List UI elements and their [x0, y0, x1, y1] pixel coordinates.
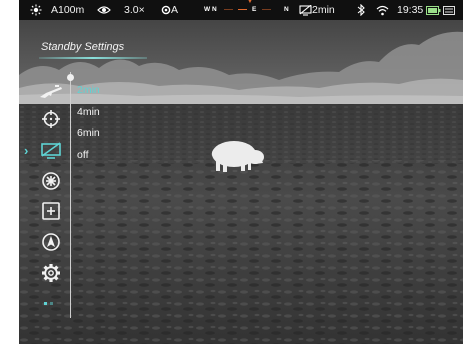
option-4min[interactable]: 4min — [77, 106, 100, 118]
compass-w: W — [204, 6, 211, 13]
menu-title: Standby Settings — [41, 41, 125, 53]
active-indicator-icon: › — [24, 143, 29, 158]
rail-knob — [67, 74, 74, 81]
compass-e: E — [252, 6, 257, 13]
card-icon — [443, 3, 455, 17]
focus-mode: A — [171, 4, 179, 16]
crosshair-icon[interactable] — [39, 109, 63, 129]
clock-readout: 19:35 — [397, 4, 424, 16]
standby-monitor-icon[interactable] — [39, 141, 63, 161]
option-off[interactable]: off — [77, 149, 88, 161]
wifi-icon — [376, 3, 389, 17]
lens-icon — [161, 3, 171, 17]
thermal-viewer-screen: A100m 3.0× A W N E N ▼ 2min 19:35 Standb… — [19, 0, 463, 344]
bluetooth-icon — [357, 3, 365, 17]
settings-gear-icon[interactable] — [39, 263, 63, 283]
palette-icon[interactable] — [39, 171, 63, 191]
plus-box-icon[interactable] — [39, 201, 63, 221]
status-bar: A100m 3.0× A W N E N ▼ 2min 19:35 — [19, 0, 463, 20]
standby-readout: 2min — [312, 4, 335, 16]
range-readout: A100m — [51, 4, 85, 16]
option-2min[interactable]: 2min — [77, 84, 100, 96]
sun-icon — [30, 3, 42, 17]
compass-marker-icon: ▼ — [247, 0, 254, 5]
compass-strip: W N E N ▼ — [200, 0, 294, 18]
eye-icon — [97, 3, 111, 17]
zoom-readout: 3.0× — [124, 4, 145, 16]
battery-icon — [426, 3, 441, 17]
page-indicator — [44, 302, 58, 306]
monitor-off-icon — [299, 3, 312, 17]
menu-rail — [70, 72, 71, 318]
compass-n: N — [212, 6, 217, 13]
menu-title-underline — [39, 57, 147, 59]
option-6min[interactable]: 6min — [77, 127, 100, 139]
rifle-icon[interactable] — [39, 82, 63, 102]
navigation-icon[interactable] — [39, 232, 63, 252]
compass-n2: N — [284, 6, 289, 13]
